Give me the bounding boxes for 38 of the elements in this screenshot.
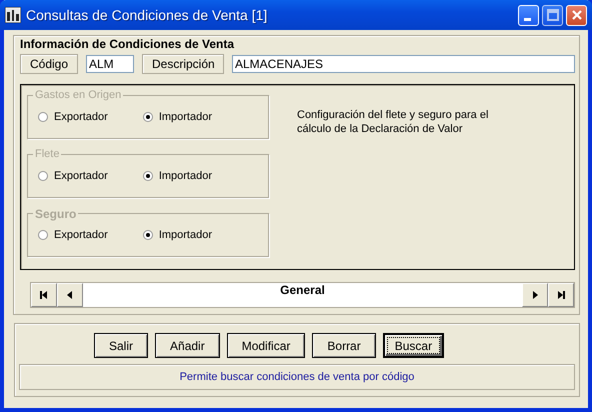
radio-label: Exportador [54, 170, 108, 182]
skip-forward-icon [557, 291, 565, 299]
last-button[interactable] [548, 283, 574, 307]
radio-label: Importador [158, 229, 212, 241]
triangle-left-icon [66, 291, 74, 299]
app-icon [5, 7, 21, 23]
group-title: Información de Condiciones de Venta [20, 37, 236, 51]
action-button[interactable]: Buscar [382, 333, 444, 358]
record-label: General [83, 283, 522, 307]
close-button[interactable] [566, 4, 587, 26]
field-label: Código [20, 54, 78, 74]
group-legend: Flete [33, 148, 62, 160]
action-button[interactable]: Modificar [226, 333, 306, 358]
status-bar: Permite buscar condiciones de venta por código [19, 364, 575, 390]
radio-label: Exportador [54, 229, 108, 241]
action-button[interactable]: Añadir [155, 333, 220, 358]
minimize-button[interactable] [518, 4, 539, 26]
group-legend: Gastos en Origen [33, 89, 124, 101]
previous-button[interactable] [57, 283, 83, 307]
field-label: Descripción [142, 54, 224, 74]
triangle-right-icon [531, 291, 539, 299]
window-title: Consultas de Condiciones de Venta [1] [26, 7, 268, 23]
minimize-icon [524, 18, 531, 20]
radio-label: Exportador [54, 111, 108, 123]
group-legend: Seguro [33, 207, 78, 221]
action-button[interactable]: Borrar [312, 333, 376, 358]
description-text: Configuración del flete y seguro para el cálculo de la Declaración de Valor [297, 108, 490, 137]
next-button[interactable] [522, 283, 548, 307]
radio-label: Importador [158, 170, 212, 182]
maximize-icon [546, 9, 558, 21]
radio-label: Importador [158, 111, 212, 123]
first-button[interactable] [31, 283, 57, 307]
skip-back-icon [40, 291, 48, 299]
input-field[interactable]: ALMACENAJES [232, 55, 575, 73]
input-field[interactable]: ALM [86, 55, 134, 73]
maximize-button[interactable] [542, 4, 563, 26]
close-icon [570, 9, 582, 21]
action-button[interactable]: Salir [94, 333, 148, 358]
